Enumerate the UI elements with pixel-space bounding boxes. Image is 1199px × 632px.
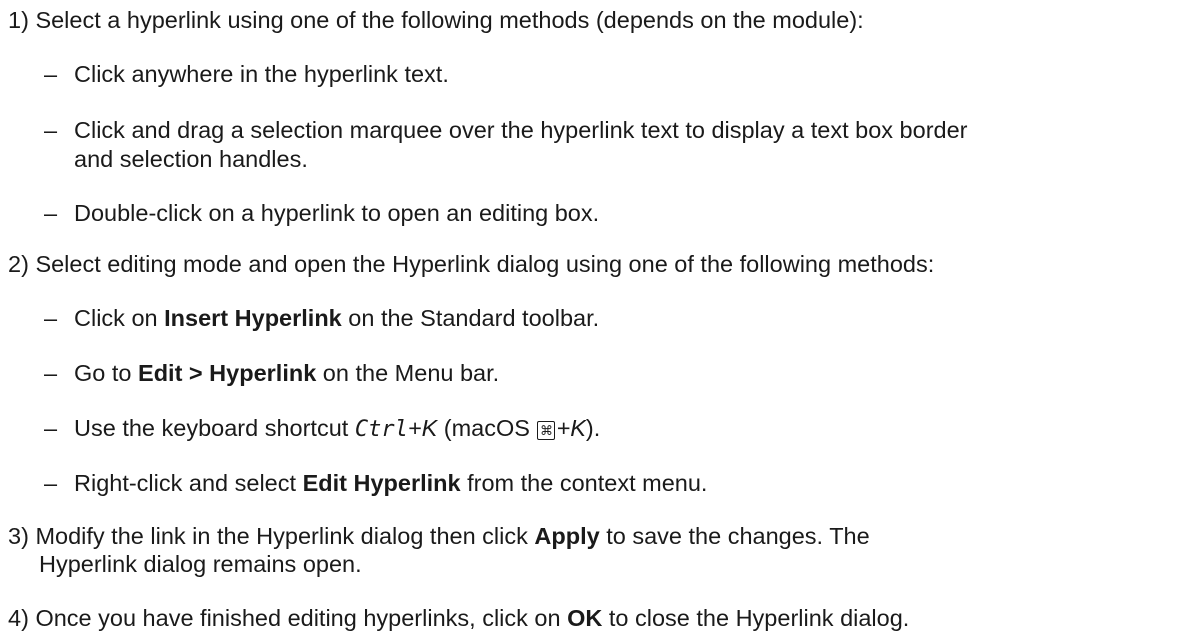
list-item-pre: Use the keyboard shortcut (74, 415, 355, 441)
step-3: 3) Modify the link in the Hyperlink dial… (8, 522, 870, 550)
list-item: – Click anywhere in the hyperlink text. (44, 60, 449, 88)
ui-element-name: Apply (534, 523, 600, 549)
list-item-post: from the context menu. (460, 470, 708, 496)
list-item: – Double-click on a hyperlink to open an … (44, 199, 599, 227)
keyboard-key-k: K (570, 415, 586, 441)
key-plus: + (407, 415, 422, 441)
list-item: – Use the keyboard shortcut Ctrl+K (macOS… (44, 414, 600, 444)
step-1: 1) Select a hyperlink using one of the f… (8, 6, 864, 34)
step-number: 2) (8, 251, 29, 277)
list-item-text: Double-click on a hyperlink to open an e… (74, 200, 600, 226)
dash-bullet: – (44, 415, 58, 441)
dash-bullet: – (44, 470, 58, 496)
step-post: to save the changes. The (599, 523, 870, 549)
list-item-mid: (macOS (437, 415, 537, 441)
keyboard-key-ctrl: Ctrl (354, 417, 408, 442)
keyboard-key-k: K (421, 415, 438, 441)
list-item: – Click and drag a selection marquee over… (44, 116, 967, 144)
dash-bullet: – (44, 360, 58, 386)
step-number: 3) (8, 523, 29, 549)
command-key-icon: ⌘ (537, 421, 556, 440)
list-item-post: ). (585, 415, 601, 441)
step-text: Select a hyperlink using one of the foll… (35, 7, 864, 33)
dash-bullet: – (44, 117, 58, 143)
list-item-pre: Right-click and select (74, 470, 303, 496)
step-number: 1) (8, 7, 29, 33)
step-post: to close the Hyperlink dialog. (602, 605, 910, 631)
ui-element-name: Insert Hyperlink (164, 305, 342, 331)
step-pre: Once you have finished editing hyperlink… (35, 605, 568, 631)
list-item: – Go to Edit > Hyperlink on the Menu bar. (44, 359, 499, 387)
menu-path: Edit > Hyperlink (138, 360, 317, 386)
dash-bullet: – (44, 305, 58, 331)
key-plus: + (556, 415, 571, 441)
step-pre: Modify the link in the Hyperlink dialog … (35, 523, 535, 549)
list-item-pre: Click on (74, 305, 165, 331)
step-continuation: Hyperlink dialog remains open. (39, 551, 362, 577)
list-item-post: on the Standard toolbar. (341, 305, 600, 331)
list-item-text: Click and drag a selection marquee over … (74, 117, 968, 143)
step-4: 4) Once you have finished editing hyperl… (8, 604, 909, 632)
step-number: 4) (8, 605, 29, 631)
list-item-text: Click anywhere in the hyperlink text. (74, 61, 449, 87)
dash-bullet: – (44, 61, 58, 87)
list-item: – Click on Insert Hyperlink on the Standa… (44, 304, 599, 332)
ui-element-name: Edit Hyperlink (302, 470, 461, 496)
step-2: 2) Select editing mode and open the Hype… (8, 250, 934, 278)
ui-element-name: OK (567, 605, 603, 631)
list-item-continuation: and selection handles. (74, 146, 308, 172)
list-item: – Right-click and select Edit Hyperlink f… (44, 469, 707, 497)
list-item-post: on the Menu bar. (316, 360, 500, 386)
step-text: Select editing mode and open the Hyperli… (35, 251, 935, 277)
dash-bullet: – (44, 200, 58, 226)
list-item-pre: Go to (74, 360, 139, 386)
